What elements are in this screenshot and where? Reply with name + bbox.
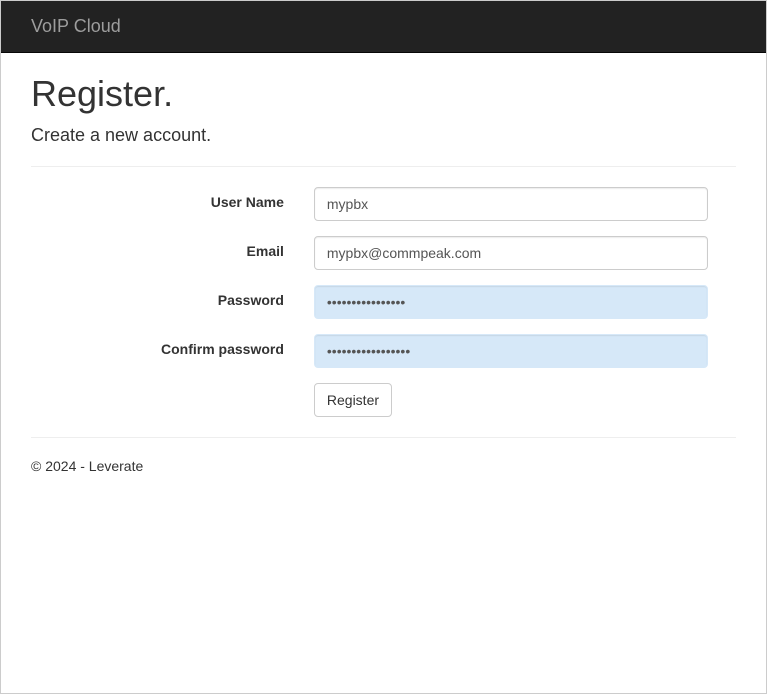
navbar: VoIP Cloud [1, 1, 766, 53]
password-label: Password [31, 285, 299, 308]
form-group-password: Password [31, 285, 736, 319]
page-title: Register. [31, 73, 736, 115]
register-button[interactable]: Register [314, 383, 392, 417]
confirm-password-label: Confirm password [31, 334, 299, 357]
footer-text: © 2024 - Leverate [31, 458, 736, 474]
main-container: Register. Create a new account. User Nam… [1, 73, 766, 438]
divider-bottom [31, 437, 736, 438]
password-input[interactable] [314, 285, 708, 319]
form-group-confirm-password: Confirm password [31, 334, 736, 368]
footer: © 2024 - Leverate [1, 458, 766, 474]
username-label: User Name [31, 187, 299, 210]
email-input[interactable] [314, 236, 708, 270]
form-group-email: Email [31, 236, 736, 270]
navbar-brand-link[interactable]: VoIP Cloud [16, 1, 136, 52]
form-group-username: User Name [31, 187, 736, 221]
divider-top [31, 166, 736, 167]
email-label: Email [31, 236, 299, 259]
page-subtitle: Create a new account. [31, 125, 736, 146]
register-form: User Name Email Password Confirm passwor… [31, 187, 736, 417]
confirm-password-input[interactable] [314, 334, 708, 368]
form-group-submit: Register [31, 383, 736, 417]
username-input[interactable] [314, 187, 708, 221]
